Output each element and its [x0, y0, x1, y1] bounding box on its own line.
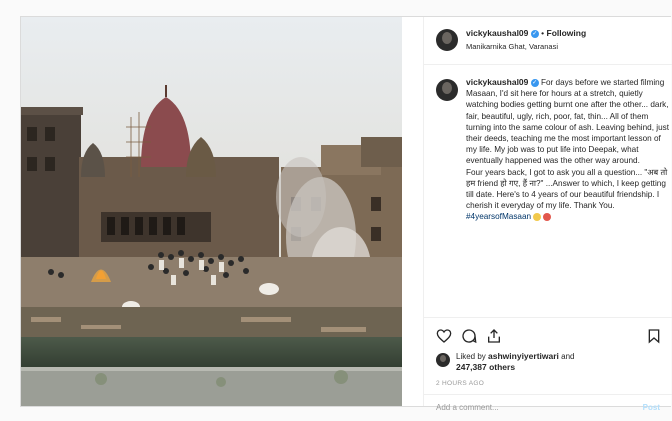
- post-time: 2 HOURS AGO: [436, 380, 485, 387]
- comment-input[interactable]: Add a comment...: [436, 403, 499, 412]
- liked-by-user[interactable]: ashwinyiyertiwari: [488, 351, 559, 361]
- caption-block: vickykaushal09 ✓ For days before we star…: [436, 77, 669, 317]
- header-user-line: vickykaushal09 ✓ • Following: [466, 28, 586, 38]
- post-actions: Liked by ashwinyiyertiwari and 247,387 o…: [424, 317, 672, 412]
- liked-by-and: and: [558, 352, 575, 361]
- smile-emoji-icon: [533, 213, 542, 222]
- caption-body-2: Four years back, I got to ask you all a …: [466, 167, 668, 211]
- post-card: vickykaushal09 ✓ • Following Manikarnika…: [20, 16, 672, 412]
- likes-text: Liked by ashwinyiyertiwari and 247,387 o…: [456, 351, 574, 373]
- heart-icon[interactable]: [436, 328, 452, 344]
- author-avatar[interactable]: [436, 29, 458, 51]
- liker-avatar[interactable]: [436, 353, 450, 367]
- comment-icon[interactable]: [461, 328, 477, 344]
- caption-body: For days before we started filming Masaa…: [466, 78, 669, 166]
- follow-separator: •: [541, 28, 545, 38]
- following-button[interactable]: Following: [547, 28, 587, 38]
- likes-count[interactable]: 247,387 others: [456, 362, 515, 372]
- author-username[interactable]: vickykaushal09: [466, 28, 528, 38]
- ghat-photo-illustration: [21, 17, 402, 406]
- post-sidebar: vickykaushal09 ✓ • Following Manikarnika…: [423, 17, 672, 412]
- caption-username[interactable]: vickykaushal09: [466, 77, 528, 87]
- share-icon[interactable]: [486, 328, 502, 344]
- post-header: vickykaushal09 ✓ • Following Manikarnika…: [424, 17, 672, 65]
- caption-avatar[interactable]: [436, 79, 458, 101]
- heart-emoji-icon: [543, 213, 552, 222]
- hashtag-link[interactable]: #4yearsofMasaan: [466, 212, 531, 221]
- caption-verified-badge-icon: ✓: [530, 78, 539, 87]
- post-photo[interactable]: [21, 17, 402, 406]
- verified-badge-icon: ✓: [530, 29, 539, 38]
- instagram-post-frame: vickykaushal09 ✓ • Following Manikarnika…: [0, 0, 672, 412]
- bookmark-icon[interactable]: [646, 328, 662, 344]
- comment-box: Add a comment... Post: [424, 394, 672, 421]
- location-link[interactable]: Manikarnika Ghat, Varanasi: [466, 42, 558, 51]
- liked-by-prefix: Liked by: [456, 352, 489, 361]
- caption-text: vickykaushal09 ✓ For days before we star…: [466, 77, 670, 223]
- post-comment-button[interactable]: Post: [643, 403, 660, 412]
